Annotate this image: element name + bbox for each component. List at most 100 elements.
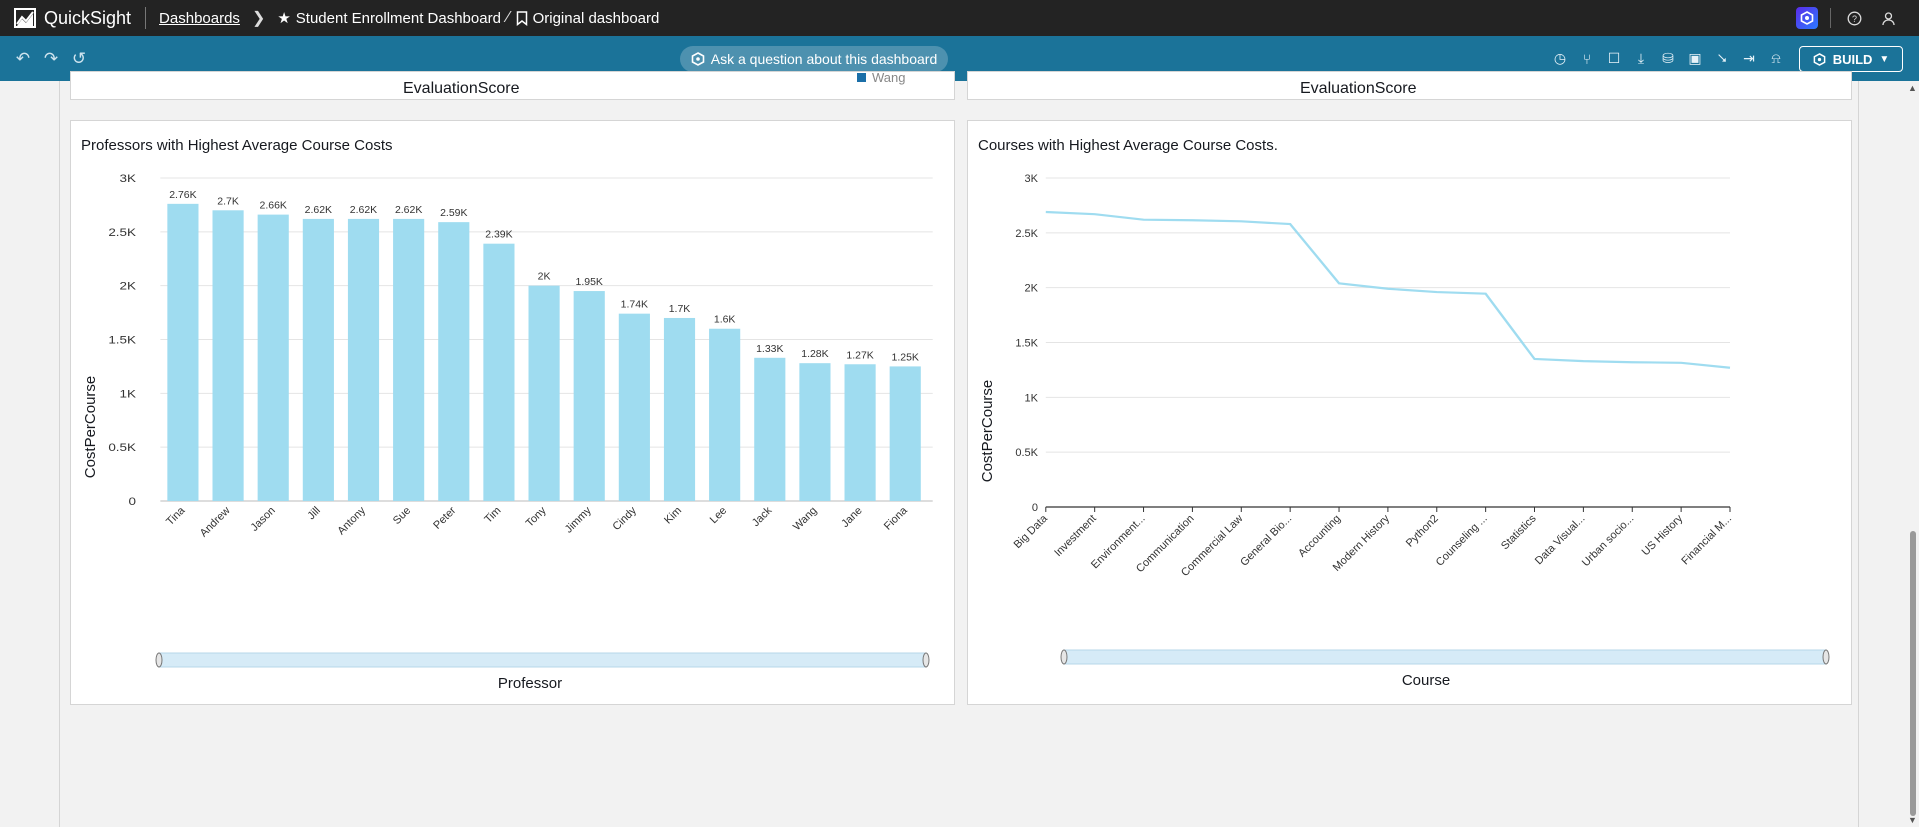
schedule-icon[interactable]: ◷	[1551, 50, 1569, 67]
slash-separator: ∕	[506, 9, 510, 26]
x-tick-label: Jill	[305, 505, 323, 523]
reset-icon[interactable]: ↺	[70, 49, 88, 69]
bar[interactable]	[799, 363, 831, 501]
range-scrollbar[interactable]	[1060, 649, 1830, 665]
range-scrollbar-track[interactable]	[1063, 649, 1827, 665]
breadcrumb-sheet[interactable]: Original dashboard	[516, 9, 660, 27]
svg-text:?: ?	[1851, 14, 1856, 24]
bar[interactable]	[167, 203, 199, 501]
x-tick-label: Python2	[1404, 513, 1441, 550]
breadcrumb-dashboard[interactable]: ★ Student Enrollment Dashboard	[277, 9, 501, 28]
bar[interactable]	[844, 364, 876, 501]
data-label: 2.7K	[217, 196, 239, 207]
y-axis-label: CostPerCourse	[979, 380, 996, 483]
partial-visual-left[interactable]: EvaluationScore Wang	[70, 70, 955, 100]
data-label: 2.39K	[485, 230, 512, 241]
bar[interactable]	[347, 218, 380, 501]
chevron-down-icon: ▼	[1879, 53, 1890, 65]
bar[interactable]	[618, 313, 650, 501]
series-line[interactable]	[1045, 210, 1731, 369]
share-icon[interactable]: ⭨	[1713, 50, 1731, 67]
x-tick-label: Accounting	[1296, 513, 1343, 560]
range-scrollbar[interactable]	[155, 652, 930, 668]
range-scrollbar-track[interactable]	[158, 652, 927, 668]
undo-icon[interactable]: ↶	[14, 49, 32, 69]
bar[interactable]	[754, 357, 786, 501]
sheet-name: Original dashboard	[532, 9, 660, 27]
data-label: 2.62K	[350, 205, 377, 216]
scroll-up-icon[interactable]: ▲	[1908, 83, 1917, 93]
y-tick-label: 1.5K	[108, 334, 137, 347]
y-tick-label: 0	[129, 495, 137, 508]
bar[interactable]	[573, 291, 605, 501]
range-handle-left[interactable]	[1060, 649, 1068, 665]
x-tick-label: Tim	[482, 505, 503, 526]
x-tick-label: Big Data	[1012, 512, 1051, 551]
legend-swatch	[857, 73, 866, 82]
amazon-q-icon	[1813, 52, 1826, 66]
bar[interactable]	[302, 218, 334, 501]
visual-courses-line-chart[interactable]: Courses with Highest Average Course Cost…	[967, 120, 1852, 705]
bookmark-icon[interactable]: ☐	[1605, 50, 1623, 67]
fit-width-icon[interactable]: ⇥	[1740, 50, 1758, 67]
dashboard-canvas: EvaluationScore Wang EvaluationScore Pro…	[59, 70, 1859, 827]
bar[interactable]	[257, 214, 289, 501]
bar[interactable]	[393, 218, 425, 501]
download-icon[interactable]: ⤓	[1632, 50, 1650, 67]
scroll-down-icon[interactable]: ▼	[1908, 815, 1917, 825]
redo-icon[interactable]: ↷	[42, 49, 60, 69]
history-controls: ↶ ↷ ↺	[14, 49, 88, 69]
user-icon[interactable]	[1877, 7, 1899, 29]
breadcrumb-dashboards-link[interactable]: Dashboards	[159, 10, 240, 27]
x-tick-label: Sue	[391, 505, 413, 527]
branch-icon[interactable]: ⑂	[1578, 51, 1596, 67]
data-label: 1.28K	[801, 349, 828, 360]
x-tick-label: Jane	[839, 505, 864, 530]
partial-visual-right[interactable]: EvaluationScore	[967, 71, 1852, 100]
y-tick-label: 0.5K	[108, 441, 137, 454]
partial-legend-item[interactable]: Wang	[857, 70, 905, 85]
bar[interactable]	[483, 243, 515, 501]
bar[interactable]	[709, 328, 741, 501]
range-handle-right[interactable]	[1822, 649, 1830, 665]
y-axis-label: CostPerCourse	[82, 376, 99, 479]
build-button[interactable]: BUILD ▼	[1799, 46, 1903, 72]
amazon-q-icon[interactable]	[1796, 7, 1818, 29]
bar[interactable]	[889, 366, 921, 501]
bar[interactable]	[438, 222, 470, 501]
x-tick-label: Financial M...	[1679, 513, 1734, 568]
range-handle-right[interactable]	[922, 652, 930, 668]
bar[interactable]	[528, 285, 560, 501]
help-icon[interactable]: ?	[1843, 7, 1865, 29]
data-label: 1.95K	[576, 277, 603, 288]
x-tick-label: General Bio...	[1238, 513, 1294, 569]
x-tick-label: Antony	[335, 504, 368, 537]
star-icon[interactable]: ★	[277, 9, 290, 27]
data-label: 1.6K	[714, 315, 736, 326]
x-axis-label: Professor	[498, 675, 562, 692]
page-scrollbar[interactable]: ▲ ▼	[1907, 81, 1919, 827]
top-navigation-bar: QuickSight Dashboards ❯ ★ Student Enroll…	[0, 0, 1919, 36]
scrollbar-thumb[interactable]	[1910, 531, 1916, 816]
data-label: 1.33K	[756, 344, 783, 355]
save-icon[interactable]: ▣	[1686, 50, 1704, 67]
bookmark-icon	[516, 10, 527, 26]
ask-question-label: Ask a question about this dashboard	[710, 51, 938, 67]
range-handle-left[interactable]	[155, 652, 163, 668]
x-tick-label: Lee	[708, 505, 729, 526]
bar-chart[interactable]: CostPerCourse Professor 0 0.5K 1K 1.5K 2K 2.5…	[71, 121, 954, 704]
dataset-icon[interactable]: ⛁	[1659, 50, 1677, 67]
dashboard-name: Student Enrollment Dashboard	[295, 9, 501, 27]
line-chart[interactable]: CostPerCourse Course 0 0.5K 1K 1.5K 2K 2.5K 3K…	[968, 121, 1851, 704]
data-label: 1.7K	[669, 304, 691, 315]
visual-professors-bar-chart[interactable]: Professors with Highest Average Course C…	[70, 120, 955, 705]
partial-axis-label: EvaluationScore	[1300, 80, 1417, 97]
quicksight-logo[interactable]: QuickSight	[14, 8, 131, 29]
bell-icon[interactable]: ⍾	[1767, 50, 1785, 67]
app-name: QuickSight	[44, 7, 132, 28]
bar[interactable]	[663, 317, 696, 501]
ask-question-button[interactable]: Ask a question about this dashboard	[680, 46, 948, 72]
bar[interactable]	[212, 210, 244, 502]
x-tick-label: Jimmy	[563, 504, 594, 535]
x-tick-label: Wang	[791, 505, 820, 534]
